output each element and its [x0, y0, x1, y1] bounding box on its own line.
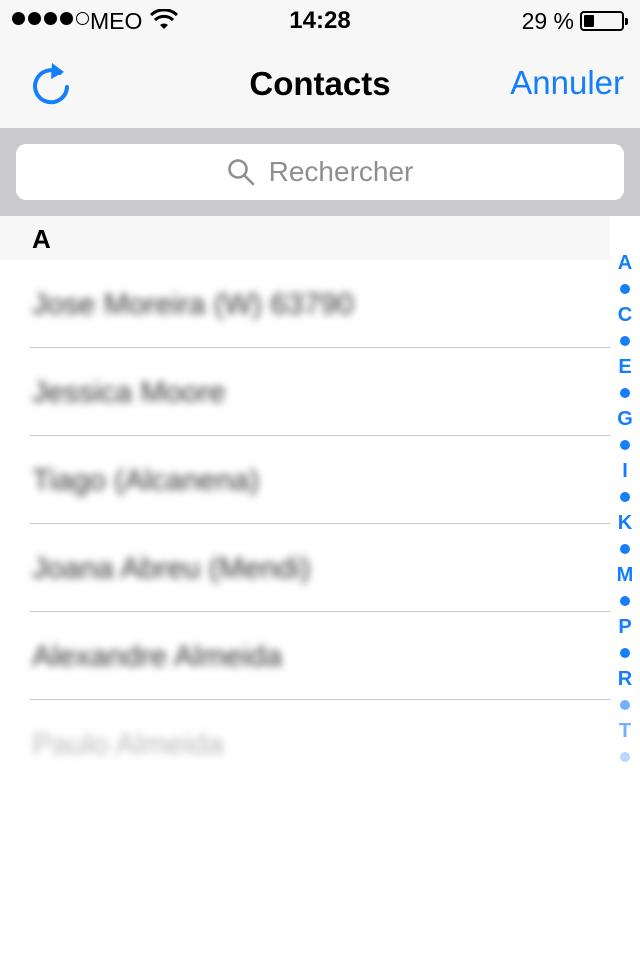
index-letter-r[interactable]: R: [618, 666, 632, 692]
contact-row[interactable]: Paulo Almeida: [0, 700, 610, 788]
index-dot[interactable]: [620, 276, 630, 302]
index-dot[interactable]: [620, 692, 630, 718]
search-icon: [227, 159, 254, 186]
index-dot-mark: [620, 284, 630, 294]
contact-name: Jose Moreira (W) 63790: [32, 288, 354, 321]
index-dot[interactable]: [620, 380, 630, 406]
battery-icon: [580, 11, 628, 31]
index-dot-mark: [620, 440, 630, 450]
contact-name: Alexandre Almeida: [32, 640, 283, 673]
index-dot-mark: [620, 596, 630, 606]
contact-row[interactable]: Jessica Moore: [0, 348, 610, 436]
section-header-letter: A: [32, 224, 51, 254]
index-letter-i[interactable]: I: [622, 458, 628, 484]
index-dot-mark: [620, 752, 630, 762]
index-dot[interactable]: [620, 484, 630, 510]
battery-level-fill: [584, 15, 595, 27]
contact-list: Jose Moreira (W) 63790 Jessica Moore Tia…: [0, 260, 610, 788]
contact-name: Joana Abreu (Mendi): [32, 552, 311, 585]
contact-row[interactable]: Tiago (Alcanena): [0, 436, 610, 524]
status-bar: MEO 14:28 29 %: [0, 0, 640, 40]
index-letter-k[interactable]: K: [618, 510, 632, 536]
index-dot-mark: [620, 388, 630, 398]
index-dot[interactable]: [620, 432, 630, 458]
navigation-bar: Contacts Annuler: [0, 40, 640, 128]
index-dot-mark: [620, 492, 630, 502]
section-header: A: [0, 216, 610, 260]
index-dot[interactable]: [620, 640, 630, 666]
contact-name: Tiago (Alcanena): [32, 464, 260, 497]
index-dot-mark: [620, 336, 630, 346]
contact-row[interactable]: Jose Moreira (W) 63790: [0, 260, 610, 348]
index-dot-mark: [620, 700, 630, 710]
index-dot[interactable]: [620, 744, 630, 770]
index-dot[interactable]: [620, 588, 630, 614]
cancel-button[interactable]: Annuler: [510, 64, 624, 102]
contact-name: Paulo Almeida: [32, 728, 224, 761]
search-bar: Rechercher: [0, 128, 640, 216]
index-letter-p[interactable]: P: [618, 614, 631, 640]
index-letter-m[interactable]: M: [617, 562, 634, 588]
index-letter-c[interactable]: C: [618, 302, 632, 328]
index-letter-e[interactable]: E: [618, 354, 631, 380]
index-dot-mark: [620, 648, 630, 658]
search-placeholder: Rechercher: [268, 156, 414, 187]
search-input[interactable]: Rechercher: [16, 144, 624, 200]
index-dot[interactable]: [620, 536, 630, 562]
contact-row[interactable]: Joana Abreu (Mendi): [0, 524, 610, 612]
index-letter-g[interactable]: G: [617, 406, 633, 432]
contact-row[interactable]: Alexandre Almeida: [0, 612, 610, 700]
contact-name: Jessica Moore: [32, 376, 226, 409]
battery-percentage: 29 %: [521, 8, 574, 34]
index-letter-t[interactable]: T: [619, 718, 631, 744]
section-index[interactable]: ACEGIKMPRT: [610, 250, 640, 770]
index-letter-a[interactable]: A: [618, 250, 632, 276]
index-dot-mark: [620, 544, 630, 554]
index-dot[interactable]: [620, 328, 630, 354]
